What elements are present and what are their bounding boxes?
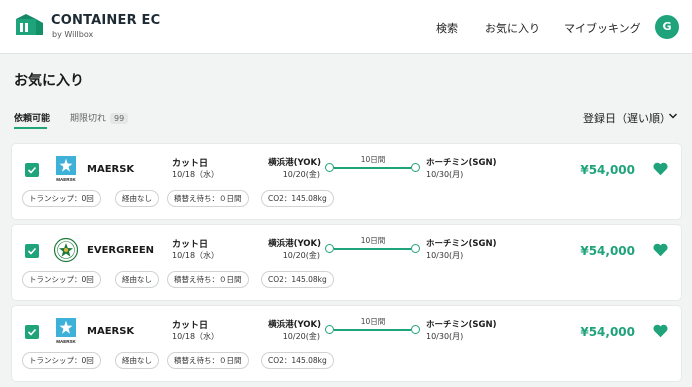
page-title: お気に入り bbox=[14, 73, 84, 89]
destination-dot bbox=[411, 163, 420, 172]
destination-dot bbox=[411, 244, 420, 253]
origin-port: 横浜港(YOK) bbox=[268, 158, 321, 168]
route-line bbox=[334, 248, 411, 250]
price: ¥54,000 bbox=[580, 325, 635, 339]
route-card[interactable]: MAERSK MAERSK カット日 10/18（水） 横浜港(YOK) 10/… bbox=[12, 306, 681, 381]
destination-port: ホーチミン(SGN) bbox=[426, 158, 497, 168]
evergreen-emblem-icon bbox=[53, 237, 79, 263]
brand-subtitle: by Willbox bbox=[52, 30, 94, 39]
brand-title[interactable]: CONTAINER EC bbox=[51, 13, 160, 28]
heart-icon[interactable] bbox=[653, 243, 668, 257]
route-line bbox=[334, 167, 411, 169]
maersk-star-icon: MAERSK bbox=[56, 156, 76, 182]
check-icon bbox=[27, 166, 37, 174]
tag-transfer-wait: 積替え待ち：０日間 bbox=[167, 190, 249, 207]
transit-route: 10日間 bbox=[325, 235, 421, 259]
origin-port: 横浜港(YOK) bbox=[268, 320, 321, 330]
transit-days: 10日間 bbox=[360, 317, 386, 326]
transit-route: 10日間 bbox=[325, 154, 421, 178]
price: ¥54,000 bbox=[580, 244, 635, 258]
tag-transship: トランシップ：0回 bbox=[22, 352, 101, 369]
select-checkbox[interactable] bbox=[25, 244, 39, 258]
price: ¥54,000 bbox=[580, 163, 635, 177]
cut-date-label: カット日 bbox=[172, 159, 209, 169]
nav-search[interactable]: 検索 bbox=[436, 20, 458, 36]
origin-date: 10/20(金) bbox=[282, 170, 320, 179]
destination-date: 10/30(月) bbox=[426, 251, 464, 260]
tab-available[interactable]: 依頼可能 bbox=[14, 111, 50, 124]
destination-dot bbox=[411, 325, 420, 334]
tag-co2: CO2：145.08kg bbox=[261, 190, 334, 207]
carrier-name: MAERSK bbox=[87, 164, 135, 175]
tag-co2: CO2：145.08kg bbox=[261, 352, 334, 369]
top-header: CONTAINER EC by Willbox 検索 お気に入り マイブッキング… bbox=[0, 0, 692, 54]
route-card[interactable]: MAERSK MAERSK カット日 10/18（水） 横浜港(YOK) 10/… bbox=[12, 144, 681, 219]
select-checkbox[interactable] bbox=[25, 163, 39, 177]
check-icon bbox=[27, 247, 37, 255]
transit-route: 10日間 bbox=[325, 316, 421, 340]
tag-transship: トランシップ：0回 bbox=[22, 190, 101, 207]
chevron-down-icon[interactable] bbox=[668, 111, 678, 121]
user-avatar[interactable]: G bbox=[655, 15, 679, 39]
destination-port: ホーチミン(SGN) bbox=[426, 239, 497, 249]
carrier-logo-caption: MAERSK bbox=[56, 339, 76, 344]
tag-transfer-wait: 積替え待ち：０日間 bbox=[167, 271, 249, 288]
heart-icon[interactable] bbox=[653, 162, 668, 176]
carrier-logo-caption: MAERSK bbox=[56, 177, 76, 182]
route-line bbox=[334, 329, 411, 331]
tag-via: 経由なし bbox=[115, 190, 159, 207]
tag-transfer-wait: 積替え待ち：０日間 bbox=[167, 352, 249, 369]
carrier-name: EVERGREEN bbox=[87, 245, 155, 256]
tag-co2: CO2：145.08kg bbox=[261, 271, 334, 288]
transit-days: 10日間 bbox=[360, 236, 386, 245]
nav-my-booking[interactable]: マイブッキング bbox=[564, 20, 641, 36]
origin-date: 10/20(金) bbox=[282, 332, 320, 341]
route-card[interactable]: EVERGREEN カット日 10/18（水） 横浜港(YOK) 10/20(金… bbox=[12, 225, 681, 300]
cut-date: 10/18（水） bbox=[172, 332, 220, 341]
active-tab-indicator bbox=[14, 127, 47, 129]
tag-transship: トランシップ：0回 bbox=[22, 271, 101, 288]
nav-favorites[interactable]: お気に入り bbox=[485, 20, 540, 36]
origin-port: 横浜港(YOK) bbox=[268, 239, 321, 249]
origin-dot bbox=[325, 325, 334, 334]
tag-via: 経由なし bbox=[115, 271, 159, 288]
cut-date: 10/18（水） bbox=[172, 251, 220, 260]
destination-date: 10/30(月) bbox=[426, 170, 464, 179]
tab-expired[interactable]: 期限切れ 99 bbox=[70, 111, 129, 124]
select-checkbox[interactable] bbox=[25, 325, 39, 339]
maersk-star-icon: MAERSK bbox=[56, 318, 76, 344]
destination-port: ホーチミン(SGN) bbox=[426, 320, 497, 330]
cut-date-label: カット日 bbox=[172, 321, 209, 331]
tab-expired-label: 期限切れ bbox=[70, 114, 107, 124]
container-ec-logo-icon[interactable] bbox=[14, 13, 44, 39]
origin-date: 10/20(金) bbox=[282, 251, 320, 260]
origin-dot bbox=[325, 163, 334, 172]
transit-days: 10日間 bbox=[360, 155, 386, 164]
tag-via: 経由なし bbox=[115, 352, 159, 369]
expired-count-badge: 99 bbox=[110, 113, 129, 124]
cut-date: 10/18（水） bbox=[172, 170, 220, 179]
heart-icon[interactable] bbox=[653, 324, 668, 338]
sort-dropdown[interactable]: 登録日（遅い順） bbox=[583, 110, 671, 126]
check-icon bbox=[27, 328, 37, 336]
destination-date: 10/30(月) bbox=[426, 332, 464, 341]
origin-dot bbox=[325, 244, 334, 253]
cut-date-label: カット日 bbox=[172, 240, 209, 250]
carrier-name: MAERSK bbox=[87, 326, 135, 337]
